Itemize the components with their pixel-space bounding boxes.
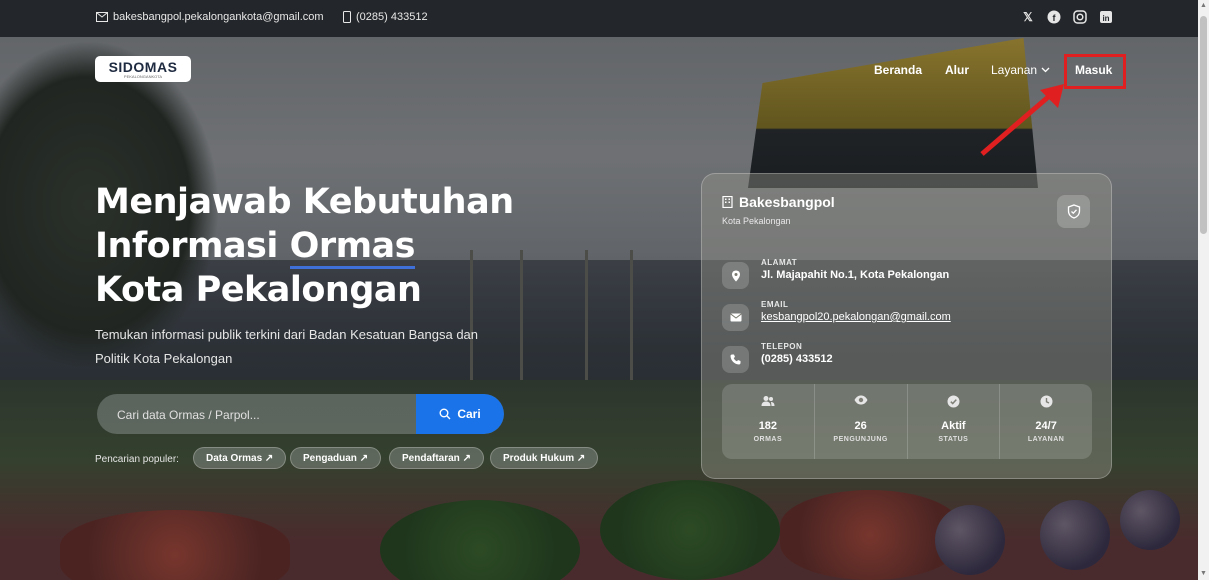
x-icon[interactable]: 𝕏	[1021, 10, 1035, 24]
decorative-ball	[935, 505, 1005, 575]
email-link[interactable]: kesbangpol20.pekalongan@gmail.com	[761, 311, 951, 323]
address-label: ALAMAT	[761, 258, 798, 267]
stat-value: 26	[854, 420, 867, 432]
chip-pendaftaran[interactable]: Pendaftaran ↗	[389, 447, 484, 469]
red-arrow-annotation	[980, 84, 1064, 156]
stat-label: STATUS	[938, 436, 969, 443]
location-pin-icon	[722, 262, 749, 289]
shield-check-icon	[1067, 204, 1080, 219]
info-card: Bakesbangpol Kota Pekalongan ALAMAT Jl. …	[701, 173, 1112, 479]
search-button-label: Cari	[457, 407, 481, 421]
headline-ormas: Ormas	[289, 226, 416, 269]
decorative-ball	[1040, 500, 1110, 570]
topbar-phone[interactable]: (0285) 433512	[343, 11, 428, 23]
search-input[interactable]	[115, 404, 399, 426]
chip-label: Pendaftaran	[402, 453, 460, 464]
nav-alur[interactable]: Alur	[945, 63, 969, 77]
address-value: Jl. Majapahit No.1, Kota Pekalongan	[761, 269, 950, 281]
card-subtitle: Kota Pekalongan	[722, 216, 791, 226]
popular-label: Pencarian populer:	[95, 454, 179, 465]
stat-value: 182	[758, 420, 778, 432]
chevron-down-icon	[1041, 67, 1050, 73]
card-title-text: Bakesbangpol	[739, 194, 835, 210]
building-icon	[722, 196, 733, 208]
facebook-icon[interactable]: f	[1047, 10, 1061, 24]
headline-line-2: Informasi Ormas	[95, 224, 595, 269]
phone-icon	[343, 11, 351, 23]
phone-label: TELEPON	[761, 342, 803, 351]
hedge	[380, 500, 580, 580]
chip-data-ormas[interactable]: Data Ormas ↗	[193, 447, 287, 469]
nav-layanan-label: Layanan	[991, 63, 1038, 77]
chip-label: Pengaduan	[303, 453, 357, 464]
topbar-email[interactable]: bakesbangpol.pekalongankota@gmail.com	[96, 11, 324, 23]
search-button[interactable]: Cari	[416, 394, 504, 434]
stat-label: LAYANAN	[1027, 436, 1065, 443]
scroll-down-arrow[interactable]: ▼	[1198, 568, 1209, 580]
stat-value: Aktif	[941, 420, 966, 432]
card-title: Bakesbangpol	[722, 194, 835, 210]
envelope-icon	[722, 304, 749, 331]
headline-line-1: Menjawab Kebutuhan	[95, 182, 514, 222]
decorative-ball	[1120, 490, 1180, 550]
scroll-thumb[interactable]	[1200, 16, 1207, 234]
chip-produk-hukum[interactable]: Produk Hukum ↗	[490, 447, 599, 469]
flag-pole	[630, 250, 633, 380]
flower-bed	[780, 490, 960, 580]
external-link-icon: ↗	[576, 453, 586, 464]
search-icon	[439, 408, 451, 420]
external-link-icon: ↗	[462, 453, 471, 464]
headline-line-2a: Informasi	[95, 226, 290, 266]
eye-icon	[815, 395, 907, 409]
stat-layanan: 24/7 LAYANAN	[1000, 384, 1092, 459]
scroll-up-arrow[interactable]: ▲	[1198, 0, 1209, 12]
topbar-phone-text: (0285) 433512	[356, 11, 428, 23]
stat-ormas: 182 ORMAS	[722, 384, 815, 459]
stat-pengunjung: 26 PENGUNJUNG	[815, 384, 908, 459]
check-circle-icon	[908, 395, 1000, 409]
chip-label: Produk Hukum	[503, 453, 575, 464]
svg-text:in: in	[1102, 14, 1109, 23]
hedge	[600, 480, 780, 580]
shield-button[interactable]	[1057, 195, 1090, 228]
scrollbar[interactable]: ▲ ▼	[1198, 0, 1209, 580]
phone-value: (0285) 433512	[761, 353, 833, 365]
chip-pengaduan[interactable]: Pengaduan ↗	[290, 447, 382, 469]
search-bar: Cari	[97, 394, 504, 434]
hero-headline: Menjawab Kebutuhan Informasi Ormas Kota …	[95, 180, 595, 312]
mail-icon	[96, 12, 108, 22]
users-icon	[722, 395, 814, 409]
email-label: EMAIL	[761, 300, 789, 309]
flower-bed	[60, 510, 290, 580]
stat-label: PENGUNJUNG	[833, 436, 888, 443]
chip-label: Data Ormas	[206, 453, 263, 464]
top-bar: bakesbangpol.pekalongankota@gmail.com (0…	[0, 0, 1198, 37]
headline-line-3: Kota Pekalongan	[95, 270, 422, 310]
highlight-box	[1064, 54, 1126, 89]
stats-panel: 182 ORMAS 26 PENGUNJUNG Aktif STATUS 24/…	[722, 384, 1092, 459]
linkedin-icon[interactable]: in	[1099, 10, 1113, 24]
nav-beranda[interactable]: Beranda	[874, 63, 922, 77]
nav-layanan[interactable]: Layanan	[991, 63, 1050, 77]
site-logo[interactable]: SIDOMAS PEKALONGANKOTA	[95, 56, 191, 82]
phone-icon	[722, 346, 749, 373]
logo-tagline: PEKALONGANKOTA	[123, 74, 163, 79]
instagram-icon[interactable]	[1073, 10, 1087, 24]
external-link-icon: ↗	[359, 453, 369, 464]
clock-icon	[1000, 395, 1092, 409]
external-link-icon: ↗	[264, 453, 274, 464]
hero-subtitle: Temukan informasi publik terkini dari Ba…	[95, 327, 479, 366]
logo-text: SIDOMAS	[108, 59, 178, 75]
stat-label: ORMAS	[753, 436, 783, 443]
stat-value: 24/7	[1035, 420, 1057, 432]
stat-status: Aktif STATUS	[908, 384, 1001, 459]
topbar-email-text: bakesbangpol.pekalongankota@gmail.com	[113, 11, 324, 23]
